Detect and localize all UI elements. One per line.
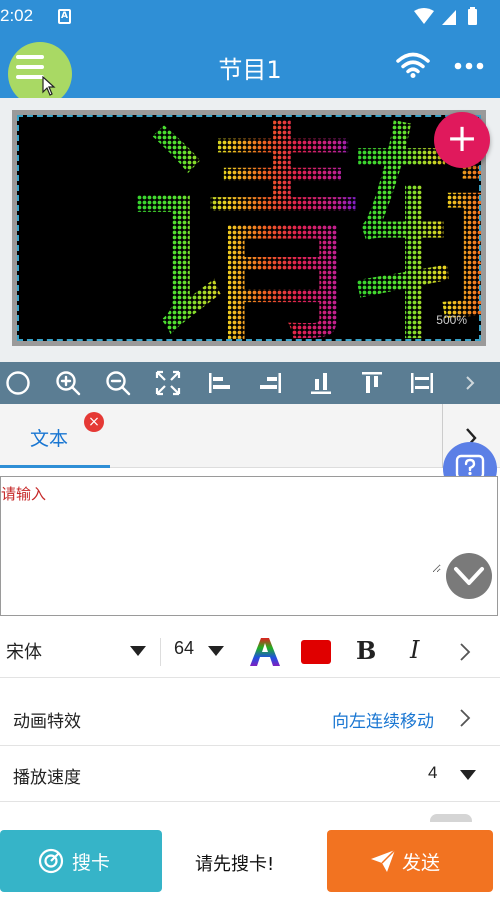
led-preview-area: 请 辑 500% bbox=[0, 98, 500, 362]
edit-toolbar bbox=[0, 362, 500, 404]
zoom-level: 500% bbox=[436, 313, 467, 327]
fit-screen-icon[interactable] bbox=[155, 370, 181, 396]
status-time: 2:02 bbox=[0, 6, 34, 25]
animation-setting-row[interactable]: 动画特效 向左连续移动 bbox=[0, 690, 500, 746]
led-char-1: 请 bbox=[127, 115, 365, 341]
font-select[interactable]: 宋体 bbox=[6, 638, 154, 666]
gradient-color-icon[interactable] bbox=[248, 636, 282, 668]
animation-label: 动画特效 bbox=[13, 712, 81, 732]
dropdown-arrow-icon bbox=[130, 646, 146, 656]
format-row: 宋体 64 B I bbox=[0, 626, 500, 678]
send-button[interactable]: 发送 bbox=[327, 830, 493, 892]
zoom-in-icon[interactable] bbox=[55, 370, 81, 396]
send-label: 发送 bbox=[402, 852, 441, 874]
led-preview-screen[interactable]: 请 辑 500% bbox=[12, 110, 486, 346]
app-notification-icon: A bbox=[58, 9, 71, 24]
speed-setting-row[interactable]: 播放速度 4 bbox=[0, 746, 500, 802]
text-editor-box bbox=[0, 476, 498, 616]
italic-button[interactable]: I bbox=[410, 636, 419, 664]
status-bar: 2:02 A bbox=[0, 0, 500, 34]
align-top-icon[interactable] bbox=[359, 370, 385, 396]
font-value: 宋体 bbox=[6, 642, 42, 663]
chevron-down-icon bbox=[454, 567, 484, 585]
circle-icon[interactable] bbox=[5, 370, 31, 396]
send-icon bbox=[371, 849, 396, 872]
dropdown-arrow-icon bbox=[460, 770, 476, 780]
collapse-button[interactable] bbox=[446, 553, 492, 599]
speed-value: 4 bbox=[428, 763, 438, 782]
add-button[interactable]: + bbox=[434, 112, 490, 168]
close-icon[interactable]: × bbox=[84, 412, 104, 432]
chevron-right-icon bbox=[460, 709, 471, 727]
element-tabs: 文本 × bbox=[0, 404, 500, 468]
bottom-bar: 搜卡 请先搜卡! 发送 bbox=[0, 822, 500, 897]
search-card-label: 搜卡 bbox=[72, 852, 111, 874]
align-bottom-icon[interactable] bbox=[308, 370, 334, 396]
divider bbox=[160, 638, 161, 666]
animation-value: 向左连续移动 bbox=[332, 712, 434, 732]
chevron-right-icon[interactable] bbox=[458, 370, 484, 396]
plus-icon: + bbox=[446, 116, 478, 160]
signal-battery-icon bbox=[414, 7, 477, 25]
align-right-icon[interactable] bbox=[257, 370, 283, 396]
connection-status: 请先搜卡! bbox=[195, 854, 275, 875]
wifi-icon[interactable] bbox=[396, 52, 430, 78]
font-size-value: 64 bbox=[174, 638, 195, 658]
speed-label: 播放速度 bbox=[13, 768, 81, 788]
search-card-button[interactable]: 搜卡 bbox=[0, 830, 162, 892]
radar-icon bbox=[38, 848, 64, 874]
chevron-right-icon[interactable] bbox=[458, 642, 472, 662]
align-left-icon[interactable] bbox=[207, 370, 233, 396]
text-color-swatch[interactable] bbox=[301, 640, 331, 664]
app-bar: 节目1 bbox=[0, 34, 500, 106]
font-size-select[interactable]: 64 bbox=[174, 638, 234, 666]
tab-underline bbox=[0, 465, 110, 468]
fit-width-icon[interactable] bbox=[409, 370, 435, 396]
bold-button[interactable]: B bbox=[356, 636, 376, 665]
content-input[interactable] bbox=[1, 483, 441, 573]
zoom-out-icon[interactable] bbox=[105, 370, 131, 396]
dropdown-arrow-icon bbox=[208, 646, 224, 656]
tab-text-label: 文本 bbox=[30, 428, 69, 450]
more-options-icon[interactable] bbox=[452, 56, 486, 76]
led-preview-text: 请 辑 bbox=[127, 115, 481, 341]
